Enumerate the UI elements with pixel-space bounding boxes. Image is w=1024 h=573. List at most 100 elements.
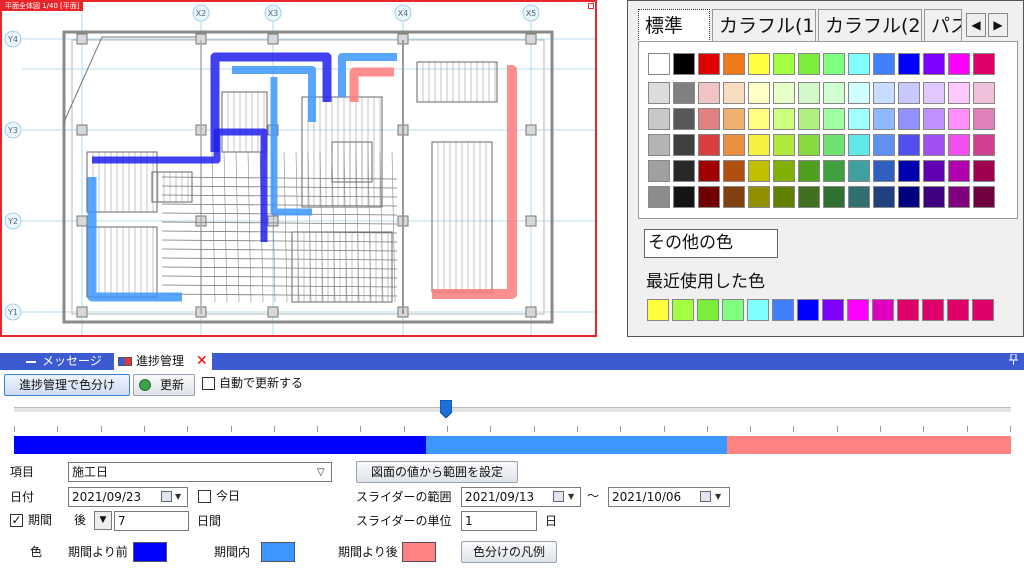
color-swatch[interactable]	[948, 134, 970, 156]
color-swatch[interactable]	[973, 160, 995, 182]
color-swatch[interactable]	[923, 186, 945, 208]
color-swatch[interactable]	[648, 134, 670, 156]
range-end-calendar-icon[interactable]	[700, 491, 711, 502]
recent-color-swatch[interactable]	[797, 299, 819, 321]
color-swatch[interactable]	[748, 160, 770, 182]
color-swatch[interactable]	[823, 82, 845, 104]
recent-color-swatch[interactable]	[772, 299, 794, 321]
period-direction-dropdown-icon[interactable]: ▼	[94, 511, 112, 530]
set-range-from-drawing-button[interactable]: 図面の値から範囲を設定	[356, 461, 518, 483]
color-swatch[interactable]	[748, 134, 770, 156]
color-swatch[interactable]	[698, 186, 720, 208]
color-swatch[interactable]	[823, 160, 845, 182]
color-swatch[interactable]	[648, 82, 670, 104]
color-swatch[interactable]	[798, 134, 820, 156]
auto-refresh-checkbox[interactable]	[202, 377, 215, 390]
period-days-input[interactable]: 7	[114, 511, 189, 531]
other-color-button[interactable]: その他の色	[644, 229, 778, 258]
range-start-calendar-icon[interactable]	[553, 491, 564, 502]
color-swatch[interactable]	[798, 160, 820, 182]
palette-tab-colorful-1[interactable]: カラフル(1)	[712, 9, 816, 41]
color-swatch[interactable]	[673, 186, 695, 208]
color-swatch[interactable]	[873, 186, 895, 208]
after-period-color-swatch[interactable]	[402, 542, 436, 562]
calendar-icon[interactable]	[161, 491, 172, 502]
color-swatch[interactable]	[748, 108, 770, 130]
color-swatch[interactable]	[873, 53, 895, 75]
color-swatch[interactable]	[698, 108, 720, 130]
color-swatch[interactable]	[773, 134, 795, 156]
recent-color-swatch[interactable]	[947, 299, 969, 321]
color-swatch[interactable]	[748, 82, 770, 104]
color-swatch[interactable]	[823, 53, 845, 75]
color-legend-button[interactable]: 色分けの凡例	[461, 541, 557, 563]
color-swatch[interactable]	[723, 53, 745, 75]
color-swatch[interactable]	[773, 108, 795, 130]
color-swatch[interactable]	[748, 53, 770, 75]
period-checkbox[interactable]: ✓	[10, 514, 23, 527]
color-swatch[interactable]	[973, 186, 995, 208]
item-select[interactable]: 施工日	[68, 462, 332, 482]
color-swatch[interactable]	[848, 82, 870, 104]
date-dropdown-icon[interactable]: ▼	[175, 492, 181, 501]
color-swatch[interactable]	[798, 53, 820, 75]
recent-color-swatch[interactable]	[697, 299, 719, 321]
close-tab-icon[interactable]: ✕	[196, 353, 208, 370]
tab-message[interactable]: メッセージ	[26, 353, 102, 370]
tab-scroll-right-icon[interactable]: ▶	[988, 13, 1008, 37]
tab-scroll-left-icon[interactable]: ◀	[966, 13, 986, 37]
palette-tab-path[interactable]: パス	[924, 9, 962, 41]
color-swatch[interactable]	[848, 134, 870, 156]
color-swatch[interactable]	[698, 160, 720, 182]
color-swatch[interactable]	[723, 108, 745, 130]
color-swatch[interactable]	[923, 160, 945, 182]
color-swatch[interactable]	[673, 82, 695, 104]
color-swatch[interactable]	[773, 53, 795, 75]
color-swatch[interactable]	[648, 53, 670, 75]
color-swatch[interactable]	[698, 82, 720, 104]
recent-color-swatch[interactable]	[822, 299, 844, 321]
color-swatch[interactable]	[898, 82, 920, 104]
pin-icon[interactable]	[1009, 353, 1018, 368]
color-swatch[interactable]	[948, 108, 970, 130]
color-swatch[interactable]	[648, 160, 670, 182]
recent-color-swatch[interactable]	[972, 299, 994, 321]
color-swatch[interactable]	[798, 108, 820, 130]
today-checkbox[interactable]	[198, 490, 211, 503]
color-swatch[interactable]	[673, 53, 695, 75]
color-swatch[interactable]	[848, 160, 870, 182]
color-swatch[interactable]	[873, 134, 895, 156]
plan-maximize-icon[interactable]	[588, 3, 594, 9]
color-swatch[interactable]	[648, 186, 670, 208]
color-swatch[interactable]	[973, 134, 995, 156]
color-swatch[interactable]	[823, 186, 845, 208]
color-swatch[interactable]	[898, 53, 920, 75]
color-swatch[interactable]	[698, 53, 720, 75]
range-end-picker[interactable]: 2021/10/06	[608, 487, 730, 507]
color-swatch[interactable]	[773, 160, 795, 182]
color-swatch[interactable]	[898, 108, 920, 130]
color-swatch[interactable]	[873, 82, 895, 104]
color-swatch[interactable]	[848, 108, 870, 130]
color-swatch[interactable]	[748, 186, 770, 208]
floor-plan-view[interactable]: X2 X3 X4 X5 Y4 Y3 Y2 Y1 平面全体図 1/40 [平面]	[0, 0, 597, 337]
color-swatch[interactable]	[723, 134, 745, 156]
color-swatch[interactable]	[948, 53, 970, 75]
color-swatch[interactable]	[673, 108, 695, 130]
color-swatch[interactable]	[823, 108, 845, 130]
before-period-color-swatch[interactable]	[133, 542, 167, 562]
color-swatch[interactable]	[873, 108, 895, 130]
color-swatch[interactable]	[698, 134, 720, 156]
color-swatch[interactable]	[648, 108, 670, 130]
color-swatch[interactable]	[798, 82, 820, 104]
color-by-progress-button[interactable]: 進捗管理で色分け	[4, 374, 130, 396]
color-swatch[interactable]	[773, 82, 795, 104]
recent-color-swatch[interactable]	[922, 299, 944, 321]
recent-color-swatch[interactable]	[897, 299, 919, 321]
slider-unit-input[interactable]: 1	[461, 511, 537, 531]
recent-color-swatch[interactable]	[847, 299, 869, 321]
color-swatch[interactable]	[973, 53, 995, 75]
recent-color-swatch[interactable]	[647, 299, 669, 321]
color-swatch[interactable]	[823, 134, 845, 156]
color-swatch[interactable]	[873, 160, 895, 182]
